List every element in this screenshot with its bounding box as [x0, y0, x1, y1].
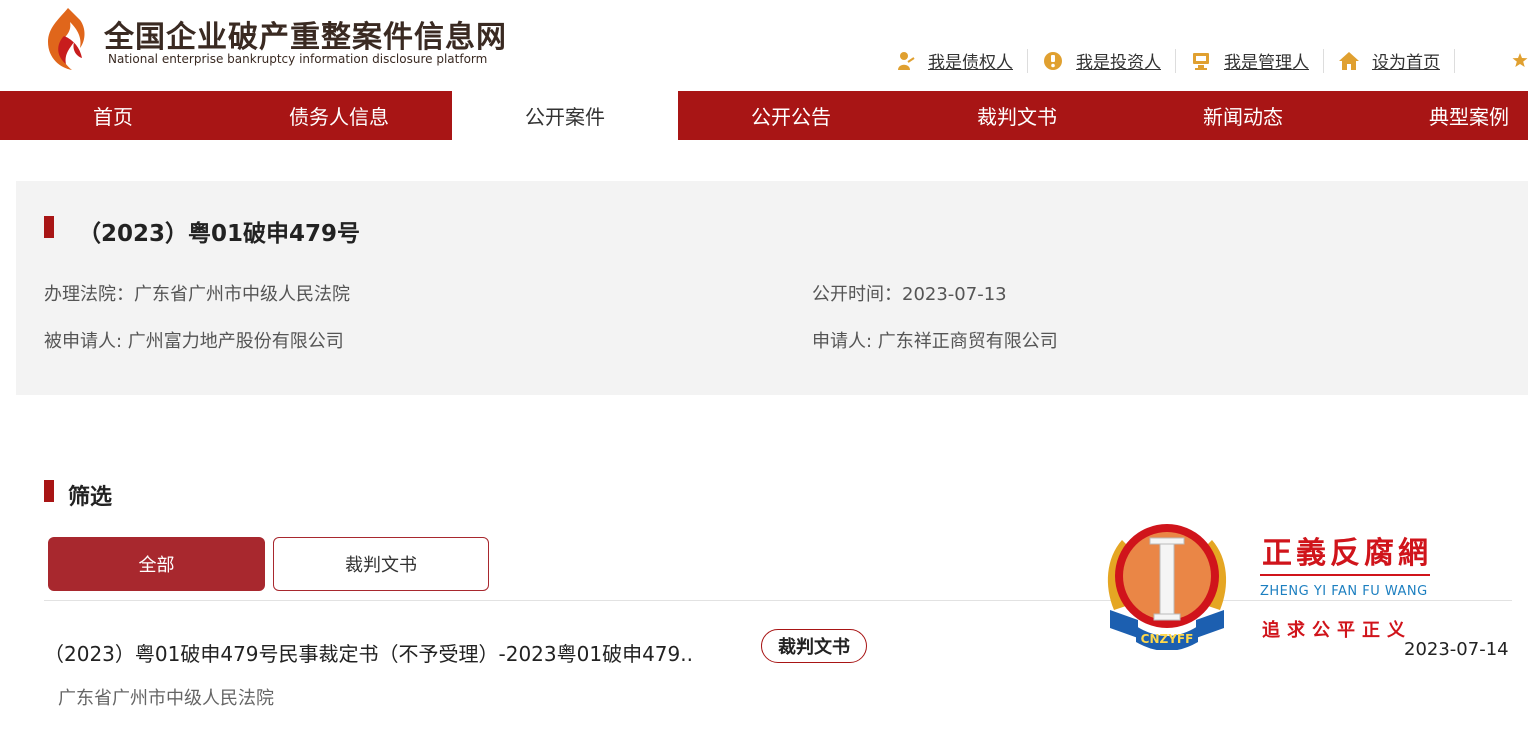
watermark-emblem-icon: CNZYFF: [1107, 524, 1227, 650]
case-respondent: 被申请人: 广州富力地产股份有限公司: [44, 331, 344, 352]
case-court: 办理法院：广东省广州市中级人民法院: [44, 284, 350, 305]
case-applicant: 申请人: 广东祥正商贸有限公司: [812, 331, 1058, 352]
watermark-divider: [1260, 574, 1430, 576]
separator: [1454, 48, 1455, 73]
filter-title: 筛选: [68, 485, 113, 510]
link-investor-label: 我是投资人: [1076, 53, 1161, 73]
link-set-homepage-label: 设为首页: [1372, 53, 1440, 73]
main-nav: 首页 债务人信息 公开案件 公开公告 裁判文书 新闻动态 典型案例: [0, 91, 1528, 140]
case-publish-time: 公开时间：2023-07-13: [812, 284, 1007, 305]
result-title-link[interactable]: （2023）粤01破申479号民事裁定书（不予受理）-2023粤01破申479.…: [44, 638, 693, 667]
separator: [1027, 48, 1028, 73]
site-logo-icon[interactable]: [38, 6, 90, 72]
star-icon[interactable]: [1512, 52, 1528, 68]
case-title: （2023）粤01破申479号: [78, 221, 361, 247]
link-creditor[interactable]: 我是债权人: [894, 48, 1013, 73]
nav-public-cases[interactable]: 公开案件: [452, 91, 678, 140]
divider: [44, 600, 1512, 601]
nav-public-notices[interactable]: 公开公告: [678, 91, 904, 140]
manager-icon: [1190, 50, 1212, 72]
nav-home[interactable]: 首页: [0, 91, 226, 140]
section-marker: [44, 216, 54, 238]
top-links: 我是债权人 我是投资人 我是管理人 设为首页: [894, 48, 1469, 73]
case-info-panel: （2023）粤01破申479号 办理法院：广东省广州市中级人民法院 公开时间：2…: [16, 181, 1528, 395]
site-subtitle: National enterprise bankruptcy informati…: [108, 52, 488, 66]
link-set-homepage[interactable]: 设为首页: [1338, 48, 1440, 73]
separator: [1175, 48, 1176, 73]
filter-tab-all[interactable]: 全部: [48, 537, 265, 591]
link-investor[interactable]: 我是投资人: [1042, 48, 1161, 73]
watermark-emblem-text: CNZYFF: [1141, 632, 1194, 646]
filter-tab-judgments[interactable]: 裁判文书: [273, 537, 489, 591]
home-icon: [1338, 50, 1360, 72]
result-date: 2023-07-14: [1404, 639, 1509, 660]
result-type-badge: 裁判文书: [761, 629, 867, 663]
nav-news[interactable]: 新闻动态: [1130, 91, 1356, 140]
separator: [1323, 48, 1324, 73]
site-header: 全国企业破产重整案件信息网 National enterprise bankru…: [0, 0, 1528, 91]
watermark-pinyin: ZHENG YI FAN FU WANG: [1260, 584, 1428, 599]
result-court: 广东省广州市中级人民法院: [58, 688, 274, 709]
watermark-slogan: 追求公平正义: [1262, 620, 1412, 641]
investor-icon: [1042, 50, 1064, 72]
link-manager[interactable]: 我是管理人: [1190, 48, 1309, 73]
site-title: 全国企业破产重整案件信息网: [104, 20, 507, 55]
link-manager-label: 我是管理人: [1224, 53, 1309, 73]
creditor-icon: [894, 50, 916, 72]
watermark-title: 正義反腐網: [1262, 536, 1432, 571]
section-marker: [44, 480, 54, 502]
link-creditor-label: 我是债权人: [928, 53, 1013, 73]
nav-judgments[interactable]: 裁判文书: [904, 91, 1130, 140]
nav-debtor-info[interactable]: 债务人信息: [226, 91, 452, 140]
nav-typical-cases[interactable]: 典型案例: [1356, 91, 1528, 140]
